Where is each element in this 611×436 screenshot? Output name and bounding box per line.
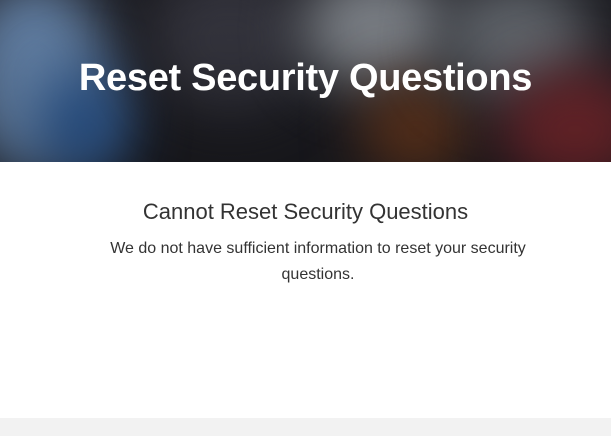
footer [0, 418, 611, 436]
page-title: Reset Security Questions [78, 57, 533, 99]
error-heading: Cannot Reset Security Questions [142, 199, 469, 224]
hero-banner: Reset Security Questions [0, 0, 611, 162]
page: Reset Security Questions Cannot Reset Se… [0, 0, 611, 436]
error-message: We do not have sufficient information to… [110, 240, 526, 283]
